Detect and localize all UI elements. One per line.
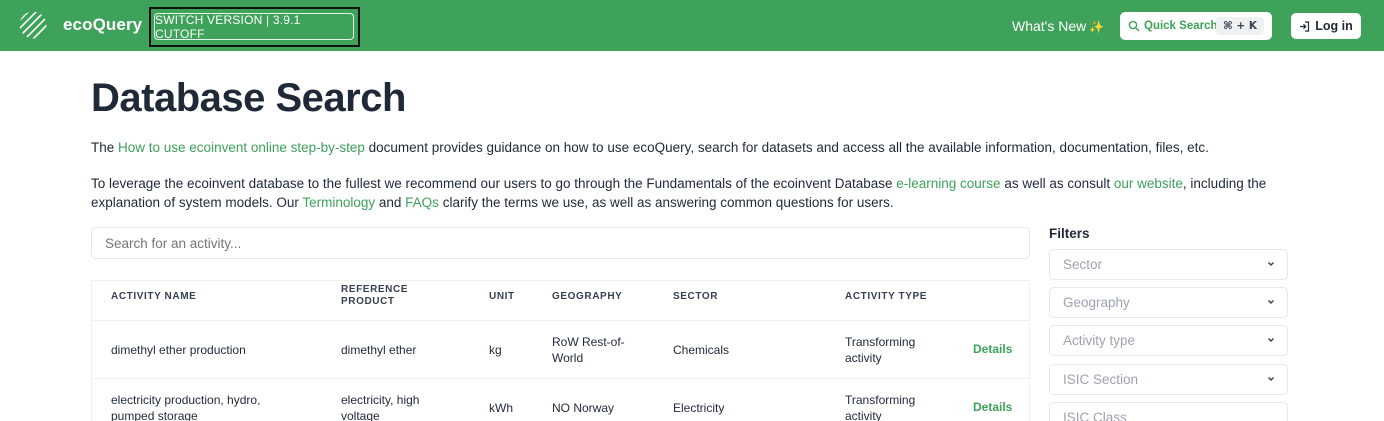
ecoquery-logo-icon[interactable] [19, 11, 47, 39]
intro-text: document provides guidance on how to use… [364, 140, 1209, 155]
page-title: Database Search [91, 76, 406, 120]
sparkle-icon: ✨ [1089, 20, 1105, 34]
search-icon [1128, 20, 1140, 32]
cell-sector: Electricity [673, 401, 725, 415]
column-header-geography[interactable]: GEOGRAPHY [552, 291, 622, 303]
cell-reference-product: electricity, high voltage [341, 393, 420, 421]
cell-reference-product: dimethyl ether [341, 343, 417, 357]
row-divider [91, 378, 1030, 379]
filter-select-label: Geography [1063, 295, 1130, 310]
filter-select-isic-section[interactable]: ISIC Section [1049, 364, 1288, 395]
details-link[interactable]: Details [973, 342, 1012, 356]
cell-sector: Chemicals [673, 343, 730, 357]
column-header-activity-name[interactable]: ACTIVITY NAME [111, 291, 196, 303]
cell-activity-type: Transforming activity [845, 393, 916, 421]
intro-text: clarify the terms we use, as well as ans… [438, 195, 894, 210]
login-icon [1300, 20, 1310, 32]
chevron-down-icon [1268, 262, 1274, 266]
login-button[interactable]: Log in [1291, 13, 1361, 39]
column-header-sector[interactable]: SECTOR [673, 291, 718, 303]
faqs-link[interactable]: FAQs [405, 195, 439, 210]
filter-select-label: ISIC Class [1063, 410, 1127, 421]
intro-paragraph-2: To leverage the ecoinvent database to th… [91, 174, 1291, 212]
column-header-unit[interactable]: UNIT [489, 291, 515, 303]
intro-text: To leverage the ecoinvent database to th… [91, 176, 897, 191]
cell-geography: NO Norway [552, 401, 615, 415]
whats-new-label: What's New [1012, 18, 1087, 34]
column-header-reference-product[interactable]: REFERENCE PRODUCT [341, 284, 421, 308]
filter-select-activity-type[interactable]: Activity type [1049, 325, 1288, 356]
cell-unit: kWh [489, 401, 513, 415]
e-learning-link[interactable]: e-learning course [896, 176, 1000, 191]
cell-unit: kg [489, 343, 502, 357]
intro-paragraph-1: The How to use ecoinvent online step-by-… [91, 138, 1291, 157]
filter-select-label: Sector [1063, 257, 1103, 272]
cell-activity-name: dimethyl ether production [111, 343, 246, 357]
login-label: Log in [1315, 19, 1353, 33]
keyboard-shortcut-badge: ⌘ + K [1216, 17, 1264, 35]
cell-activity-name: electricity production, hydro, pumped st… [111, 393, 261, 421]
chevron-down-icon [1268, 300, 1274, 304]
intro-text: The [91, 140, 119, 155]
filter-select-label: ISIC Section [1063, 372, 1139, 387]
cell-geography: RoW Rest-of-World [552, 335, 625, 365]
filter-select-geography[interactable]: Geography [1049, 287, 1288, 318]
quick-search-button[interactable]: Quick Search ⌘ + K [1120, 12, 1272, 40]
whats-new-link[interactable]: What's New ✨ [1012, 18, 1104, 34]
terminology-link[interactable]: Terminology [302, 195, 375, 210]
how-to-use-link[interactable]: How to use ecoinvent online step-by-step [118, 140, 365, 155]
chevron-down-icon [1268, 377, 1274, 381]
filter-select-isic-class[interactable]: ISIC Class [1049, 402, 1288, 421]
row-divider [91, 320, 1030, 321]
chevron-down-icon [1268, 338, 1274, 342]
filter-select-sector[interactable]: Sector [1049, 249, 1288, 280]
intro-text: and [375, 195, 406, 210]
brand-name[interactable]: ecoQuery [63, 15, 142, 35]
activity-search-input[interactable] [91, 227, 1030, 259]
filters-heading: Filters [1049, 226, 1090, 241]
cell-activity-type: Transforming activity [845, 335, 916, 365]
our-website-link[interactable]: our website [1114, 176, 1183, 191]
quick-search-label: Quick Search [1144, 20, 1218, 32]
column-header-activity-type[interactable]: ACTIVITY TYPE [845, 291, 927, 303]
filter-select-label: Activity type [1063, 333, 1136, 348]
details-link[interactable]: Details [973, 400, 1012, 414]
switch-version-button[interactable]: SWITCH VERSION | 3.9.1 CUTOFF [154, 13, 354, 41]
intro-text: as well as consult [1000, 176, 1114, 191]
